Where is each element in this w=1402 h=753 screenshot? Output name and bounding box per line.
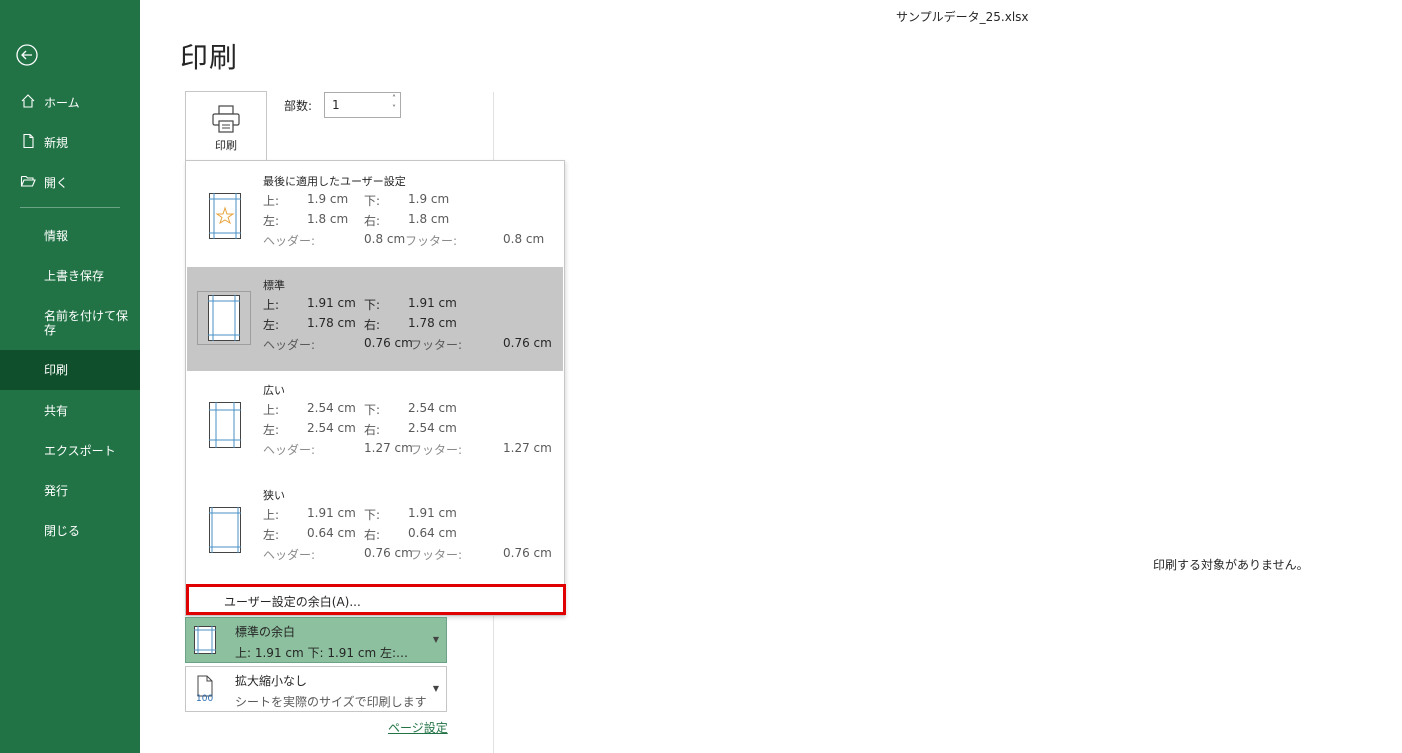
scale-100-text: 100 xyxy=(196,694,214,704)
custom-margins-label: ユーザー設定の余白(A)... xyxy=(224,595,361,609)
margins-dropdown-menu: 最後に適用したユーザー設定 上: 1.9 cm 下: 1.9 cm 左: 1.8… xyxy=(185,160,565,616)
margins-setting-dropdown[interactable]: 標準の余白 上: 1.91 cm 下: 1.91 cm 左:… ▼ xyxy=(185,617,447,663)
sidebar-item-share[interactable]: 共有 xyxy=(44,404,68,418)
page-margin-icon xyxy=(209,193,241,239)
page-margin-icon xyxy=(194,626,216,654)
document-title: サンプルデータ_25.xlsx xyxy=(896,10,1029,24)
chevron-down-icon: ▼ xyxy=(432,635,439,644)
copies-spinner[interactable]: ˄ ˅ xyxy=(392,94,396,114)
margin-option-name: 狭い xyxy=(263,489,285,502)
page-margin-icon xyxy=(209,402,241,448)
backstage-sidebar: ホーム 新規 開く 情報 上書き保存 名前を付けて保 存 印刷 共有 エクスポー… xyxy=(0,0,140,753)
margin-option-last-custom[interactable]: 最後に適用したユーザー設定 上: 1.9 cm 下: 1.9 cm 左: 1.8… xyxy=(187,163,563,267)
copies-input[interactable]: 1 ˄ ˅ xyxy=(324,92,401,118)
sidebar-item-label: ホーム xyxy=(44,96,80,110)
margin-option-narrow[interactable]: 狭い 上: 1.91 cm 下: 1.91 cm 左: 0.64 cm 右: 0… xyxy=(187,477,563,581)
copies-label: 部数: xyxy=(284,99,313,113)
new-document-icon xyxy=(23,133,34,149)
sidebar-item-label: 新規 xyxy=(44,136,69,150)
scaling-setting-detail: シートを実際のサイズで印刷します xyxy=(235,695,427,709)
sidebar-item-label: 開く xyxy=(44,176,69,190)
sidebar-divider xyxy=(20,207,120,208)
margin-option-wide[interactable]: 広い 上: 2.54 cm 下: 2.54 cm 左: 2.54 cm 右: 2… xyxy=(187,372,563,476)
scaling-setting-dropdown[interactable]: 100 拡大縮小なし シートを実際のサイズで印刷します ▼ xyxy=(185,666,447,712)
sidebar-item-save[interactable]: 上書き保存 xyxy=(44,269,104,283)
page-setup-link[interactable]: ページ設定 xyxy=(388,719,448,736)
margins-setting-detail: 上: 1.91 cm 下: 1.91 cm 左:… xyxy=(235,646,409,660)
page-title: 印刷 xyxy=(180,41,239,74)
print-button[interactable]: 印刷 xyxy=(185,91,267,161)
open-folder-icon xyxy=(20,175,36,187)
sidebar-item-publish[interactable]: 発行 xyxy=(44,484,68,498)
sidebar-item-close[interactable]: 閉じる xyxy=(44,524,80,538)
margin-option-name: 広い xyxy=(263,384,285,397)
page-margin-icon xyxy=(209,507,241,553)
copies-value: 1 xyxy=(332,98,340,112)
chevron-down-icon: ▼ xyxy=(432,684,439,693)
sidebar-item-print[interactable]: 印刷 xyxy=(0,350,140,390)
sidebar-item-info[interactable]: 情報 xyxy=(44,229,68,243)
margin-option-name: 最後に適用したユーザー設定 xyxy=(263,175,406,188)
sidebar-item-save-as[interactable]: 名前を付けて保 存 xyxy=(44,309,134,337)
margin-option-name: 標準 xyxy=(263,279,285,292)
sidebar-item-export[interactable]: エクスポート xyxy=(44,444,116,458)
preview-empty-message: 印刷する対象がありません。 xyxy=(1153,558,1309,572)
home-icon xyxy=(21,94,35,108)
scaling-setting-title: 拡大縮小なし xyxy=(235,674,308,688)
page-margin-icon xyxy=(208,295,240,341)
back-arrow-icon[interactable] xyxy=(16,44,38,66)
custom-margins-menu-item[interactable]: ユーザー設定の余白(A)... xyxy=(186,584,566,615)
print-button-label: 印刷 xyxy=(215,139,237,152)
margins-setting-title: 標準の余白 xyxy=(235,625,296,639)
printer-icon xyxy=(212,105,240,133)
margin-option-normal[interactable]: 標準 上: 1.91 cm 下: 1.91 cm 左: 1.78 cm 右: 1… xyxy=(187,267,563,371)
